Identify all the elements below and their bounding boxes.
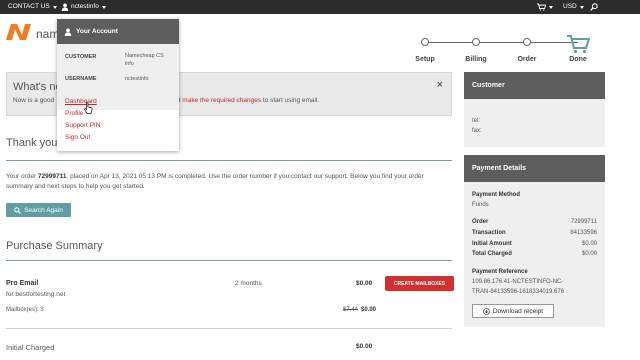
notice-text-start: Now is a good bbox=[13, 97, 55, 104]
divider bbox=[6, 160, 452, 161]
old-price: $7.44 bbox=[343, 307, 359, 313]
menu-item-sign-out[interactable]: Sign Out bbox=[65, 134, 90, 141]
download-receipt-label: Download receipt bbox=[492, 307, 544, 315]
initial-amount-value: $0.00 bbox=[581, 241, 597, 247]
step-order-label: Order bbox=[517, 56, 537, 63]
item-name: Pro Email bbox=[6, 280, 39, 287]
search-again-button[interactable]: Search Again bbox=[6, 203, 71, 217]
divider bbox=[6, 260, 452, 261]
order-text-prefix: Your order bbox=[6, 173, 38, 180]
steps-progress-line bbox=[428, 42, 578, 43]
search-icon bbox=[14, 206, 21, 214]
order-summary-text: Your order 72999711, placed on Apr 13, 2… bbox=[6, 172, 446, 192]
account-dropdown: Your Account CUSTOMER Namecheap CS info … bbox=[57, 19, 179, 151]
menu-item-profile[interactable]: Profile bbox=[65, 110, 83, 117]
account-dropdown-title: Your Account bbox=[76, 28, 118, 35]
menu-item-support-pin[interactable]: Support PIN bbox=[65, 122, 100, 129]
payment-reference-line-1: 109.86.176.41-NCTESTINFO-NC- bbox=[472, 279, 564, 285]
download-receipt-button[interactable]: Download receipt bbox=[472, 304, 554, 318]
purchase-summary-heading: Purchase Summary bbox=[6, 240, 103, 252]
username-label: nctestinfo bbox=[71, 3, 99, 10]
mailbox-count: Mailbox(es): 3 bbox=[6, 307, 44, 313]
currency-selector[interactable]: USD bbox=[563, 0, 584, 14]
cart-icon bbox=[537, 3, 546, 11]
order-text-suffix: , placed on Apr 13, 2021 05:13 PM is com… bbox=[6, 173, 424, 190]
cart-menu[interactable] bbox=[537, 0, 553, 14]
initial-charged-label: Initial Charged bbox=[6, 343, 55, 352]
customer-value-line-1: Namecheap CS bbox=[125, 53, 164, 59]
step-billing-dot bbox=[472, 38, 480, 46]
item-domain: for bestfortesting.net bbox=[6, 291, 66, 298]
username-value: nctestinfo bbox=[125, 76, 149, 82]
chevron-down-icon bbox=[549, 5, 553, 9]
top-bar: CONTACT US nctestinfo USD bbox=[0, 0, 640, 14]
thanks-heading: Thank you bbox=[6, 137, 58, 149]
payment-method-value: Funds bbox=[472, 202, 489, 208]
search-icon bbox=[590, 3, 598, 11]
contact-us-label: CONTACT US bbox=[8, 3, 50, 10]
customer-panel-title: Customer bbox=[464, 72, 605, 99]
step-done-label: Done bbox=[569, 56, 587, 63]
step-order-dot bbox=[523, 38, 531, 46]
new-price: $0.00 bbox=[361, 307, 377, 313]
customer-label: CUSTOMER bbox=[65, 54, 97, 60]
payment-reference-label: Payment Reference bbox=[472, 269, 528, 275]
tel-label: tel: bbox=[472, 118, 481, 124]
chevron-down-icon bbox=[52, 5, 57, 9]
currency-label: USD bbox=[563, 3, 577, 10]
transaction-value: 84133596 bbox=[570, 230, 597, 236]
notice-link-required-changes[interactable]: make the required changes bbox=[182, 97, 261, 104]
user-icon bbox=[64, 28, 72, 36]
step-setup-label: Setup bbox=[415, 56, 435, 63]
total-charged-label: Total Charged bbox=[472, 251, 512, 257]
item-duration: 2 months bbox=[235, 280, 262, 287]
divider bbox=[6, 328, 452, 329]
customer-value-line-2: info bbox=[125, 61, 134, 67]
total-charged-value: $0.00 bbox=[581, 251, 597, 257]
payment-panel: Payment Details Payment Method Funds Ord… bbox=[464, 155, 605, 327]
hand-cursor-icon bbox=[84, 102, 93, 114]
contact-us-menu[interactable]: CONTACT US bbox=[8, 0, 57, 14]
notice-text-end: to start using email. bbox=[261, 97, 320, 104]
customer-panel: Customer tel: fax: bbox=[464, 72, 605, 147]
step-billing-label: Billing bbox=[465, 56, 487, 63]
account-dropdown-header: Your Account bbox=[57, 19, 179, 44]
chevron-down-icon bbox=[579, 5, 584, 9]
initial-amount-label: Initial Amount bbox=[472, 241, 512, 247]
search-again-label: Search Again bbox=[24, 206, 63, 214]
fax-label: fax: bbox=[472, 128, 482, 134]
close-icon[interactable]: × bbox=[437, 79, 443, 91]
download-icon bbox=[483, 307, 490, 315]
search-button[interactable] bbox=[590, 0, 598, 14]
chevron-down-icon bbox=[101, 5, 106, 9]
account-menu-toggle[interactable]: nctestinfo bbox=[61, 0, 106, 14]
user-icon bbox=[61, 3, 69, 11]
transaction-label: Transaction bbox=[472, 230, 506, 236]
order-label: Order bbox=[472, 219, 489, 225]
order-number: 72999711 bbox=[37, 173, 67, 180]
item-price: $0.00 bbox=[356, 280, 373, 287]
username-label: USERNAME bbox=[65, 76, 97, 82]
payment-reference-line-2: TRAN-84133596-1618334019.676 bbox=[472, 289, 565, 295]
payment-panel-title: Payment Details bbox=[464, 155, 605, 182]
order-value: 72999711 bbox=[570, 219, 597, 225]
cart-done-icon bbox=[567, 35, 590, 54]
step-setup-dot bbox=[421, 38, 429, 46]
payment-method-label: Payment Method bbox=[472, 192, 521, 198]
notice-title: What's ne bbox=[13, 81, 62, 93]
initial-charged-value: $0.00 bbox=[356, 343, 373, 350]
create-mailboxes-button[interactable]: CREATE MAILBOXES bbox=[385, 276, 454, 291]
